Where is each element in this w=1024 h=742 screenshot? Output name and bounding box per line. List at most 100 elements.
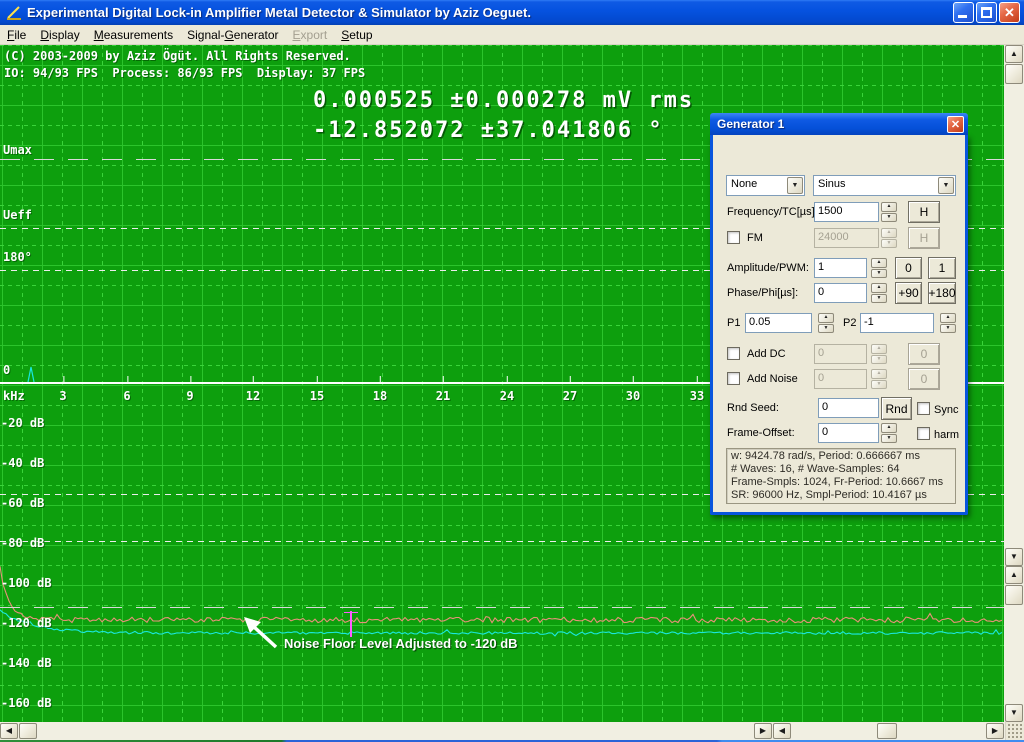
add-dc-label: Add DC	[747, 348, 786, 360]
phase-label: Phase/Phi[µs]:	[727, 287, 798, 299]
scroll-thumb-bottom[interactable]	[1005, 585, 1023, 605]
generator-dialog-titlebar[interactable]: Generator 1 ✕	[710, 113, 968, 135]
phase-readout: -12.852072 ±37.041806 °	[313, 118, 664, 143]
close-button[interactable]: ✕	[999, 2, 1020, 23]
sync-checkbox[interactable]	[917, 402, 930, 415]
p2-spinner[interactable]: ▲▼	[940, 313, 956, 333]
fm-spinner: ▲▼	[881, 228, 897, 248]
frequency-hold-button[interactable]: H	[908, 201, 940, 223]
p1-label: P1	[727, 317, 740, 329]
menu-display[interactable]: Display	[33, 26, 86, 44]
harm-checkbox[interactable]	[917, 427, 930, 440]
deg180-label: 180°	[3, 250, 32, 264]
menu-setup[interactable]: Setup	[334, 26, 379, 44]
chevron-down-icon[interactable]: ▼	[938, 177, 954, 194]
annotation-arrow-icon	[238, 613, 284, 651]
db-tick: -20 dB	[1, 416, 44, 430]
maximize-button[interactable]	[976, 2, 997, 23]
db-tick: -100 dB	[1, 576, 52, 590]
info-line: Frame-Smpls: 1024, Fr-Period: 10.6667 ms	[731, 476, 951, 489]
resize-grip[interactable]	[1005, 722, 1024, 740]
scroll-left-button-2[interactable]: ◀	[773, 723, 791, 739]
scroll-up-button-top[interactable]: ▲	[1005, 45, 1023, 63]
copyright-text: (C) 2003-2009 by Aziz Ögüt. All Rights R…	[4, 49, 351, 63]
modulation-select[interactable]: None▼	[726, 175, 805, 196]
cursor-marker-horizontal	[344, 612, 358, 613]
title-bar: Experimental Digital Lock-in Amplifier M…	[0, 0, 1024, 25]
add-dc-input: 0	[814, 344, 867, 364]
amplitude-label: Amplitude/PWM:	[727, 262, 809, 274]
rnd-seed-input[interactable]: 0	[818, 398, 879, 418]
add-dc-checkbox[interactable]	[727, 347, 740, 360]
db-tick: -80 dB	[1, 536, 44, 550]
x-tick: 15	[310, 389, 324, 403]
rnd-button[interactable]: Rnd	[881, 397, 912, 420]
scroll-thumb-h1[interactable]	[19, 723, 37, 739]
amplitude-readout: 0.000525 ±0.000278 mV rms	[313, 88, 694, 113]
x-tick: 27	[563, 389, 577, 403]
application-window: Experimental Digital Lock-in Amplifier M…	[0, 0, 1024, 742]
menu-measurements[interactable]: Measurements	[87, 26, 180, 44]
info-line: # Waves: 16, # Wave-Samples: 64	[731, 463, 951, 476]
chevron-down-icon[interactable]: ▼	[787, 177, 803, 194]
x-tick: 6	[123, 389, 130, 403]
phase-spinner[interactable]: ▲▼	[871, 283, 887, 303]
minimize-button[interactable]	[953, 2, 974, 23]
amplitude-spinner[interactable]: ▲▼	[871, 258, 887, 278]
frequency-spinner[interactable]: ▲▼	[881, 202, 897, 222]
scroll-left-button-1[interactable]: ◀	[0, 723, 18, 739]
ueff-label: Ueff	[3, 208, 32, 222]
add-noise-input: 0	[814, 369, 867, 389]
frequency-label: Frequency/TC[µs]	[727, 206, 815, 218]
waveform-select[interactable]: Sinus▼	[813, 175, 956, 196]
x-tick: 18	[373, 389, 387, 403]
menu-signal-generator[interactable]: Signal-Generator	[180, 26, 285, 44]
db-tick: -140 dB	[1, 656, 52, 670]
add-dc-spinner: ▲▼	[871, 344, 887, 364]
x-tick: 21	[436, 389, 450, 403]
phase-plus180-button[interactable]: +180	[928, 282, 956, 304]
menu-file[interactable]: File	[0, 26, 33, 44]
phase-plus90-button[interactable]: +90	[895, 282, 922, 304]
khz-axis-label: kHz	[3, 389, 25, 403]
rnd-seed-label: Rnd Seed:	[727, 402, 779, 414]
scroll-right-button-1[interactable]: ▶	[754, 723, 772, 739]
scroll-thumb-h2[interactable]	[877, 723, 897, 739]
scroll-down-button-bottom[interactable]: ▼	[1005, 704, 1023, 722]
generator-dialog-title: Generator 1	[717, 117, 947, 131]
generator-dialog: Generator 1 ✕ None▼ Sinus▼ Frequency/TC[…	[710, 135, 968, 515]
x-tick: 30	[626, 389, 640, 403]
db-tick: -160 dB	[1, 696, 52, 710]
amplitude-zero-button[interactable]: 0	[895, 257, 922, 279]
x-tick: 3	[59, 389, 66, 403]
info-line: SR: 96000 Hz, Smpl-Period: 10.4167 µs	[731, 489, 951, 502]
phase-input[interactable]: 0	[814, 283, 867, 303]
frame-offset-spinner[interactable]: ▲▼	[881, 423, 897, 443]
frame-offset-input[interactable]: 0	[818, 423, 879, 443]
frequency-input[interactable]: 1500	[814, 202, 879, 222]
amplitude-one-button[interactable]: 1	[928, 257, 956, 279]
p1-input[interactable]: 0.05	[745, 313, 812, 333]
x-tick: 33	[690, 389, 704, 403]
x-tick: 9	[186, 389, 193, 403]
cursor-marker-vertical[interactable]	[350, 611, 352, 637]
noise-floor-annotation: Noise Floor Level Adjusted to -120 dB	[284, 636, 518, 651]
add-noise-zero-button: 0	[908, 368, 940, 390]
add-noise-spinner: ▲▼	[871, 369, 887, 389]
fm-checkbox[interactable]	[727, 231, 740, 244]
app-icon	[6, 5, 23, 21]
amplitude-input[interactable]: 1	[814, 258, 867, 278]
p2-input[interactable]: -1	[860, 313, 934, 333]
scroll-up-button-bottom[interactable]: ▲	[1005, 566, 1023, 584]
scroll-right-button-2[interactable]: ▶	[986, 723, 1004, 739]
scroll-thumb-top[interactable]	[1005, 64, 1023, 84]
x-tick: 12	[246, 389, 260, 403]
generator-close-button[interactable]: ✕	[947, 116, 964, 133]
scroll-down-button-top[interactable]: ▼	[1005, 548, 1023, 566]
add-noise-checkbox[interactable]	[727, 372, 740, 385]
x-tick: 24	[500, 389, 514, 403]
info-line: w: 9424.78 rad/s, Period: 0.666667 ms	[731, 450, 951, 463]
p1-spinner[interactable]: ▲▼	[818, 313, 834, 333]
p2-label: P2	[843, 317, 856, 329]
sync-label: Sync	[934, 404, 958, 416]
